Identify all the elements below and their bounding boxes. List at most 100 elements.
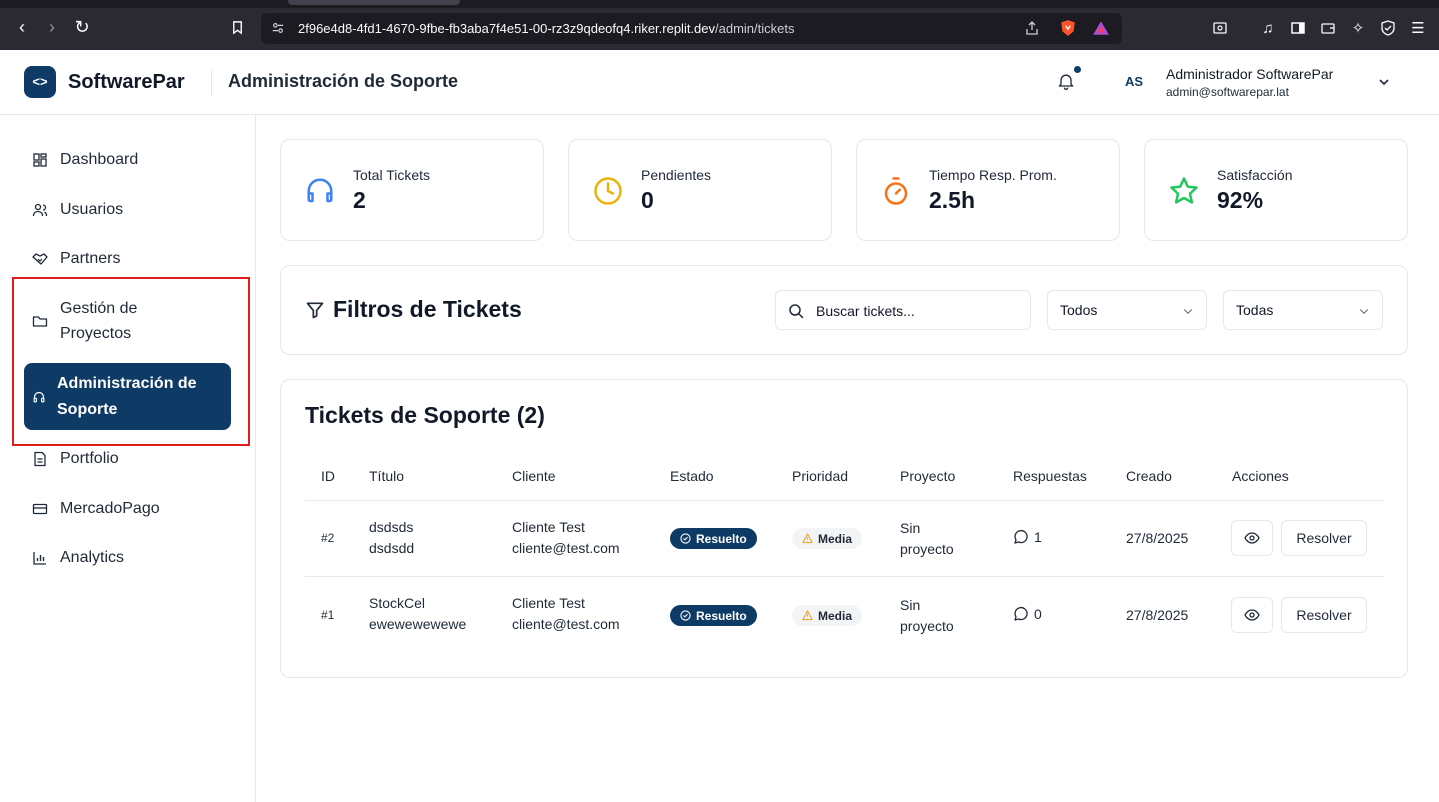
- timer-icon: [884, 177, 908, 205]
- eye-icon: [1244, 609, 1260, 621]
- sidebar-item-usuarios[interactable]: Usuarios: [24, 199, 231, 221]
- search-box[interactable]: [775, 290, 1031, 330]
- status-text: Resuelto: [696, 608, 747, 623]
- reader-icon[interactable]: [1211, 20, 1229, 38]
- chevron-down-icon[interactable]: [1376, 74, 1392, 90]
- sidebar-item-dashboard[interactable]: Dashboard: [24, 149, 231, 171]
- stat-card-tiempo-respuesta: Tiempo Resp. Prom. 2.5h: [856, 139, 1120, 241]
- ticket-created: 27/8/2025: [1126, 530, 1189, 546]
- dashboard-icon: [33, 153, 47, 167]
- client-name: Cliente Test: [512, 595, 585, 611]
- stat-value: 0: [641, 187, 654, 213]
- priority-select-value: Todas: [1236, 302, 1274, 318]
- app-header: <> SoftwarePar Administración de Soporte…: [0, 50, 1439, 115]
- responses-count: 1: [1034, 529, 1042, 545]
- sidebar-toggle-icon[interactable]: [1289, 20, 1307, 38]
- column-header: Creado: [1126, 468, 1172, 484]
- ticket-id: #1: [321, 608, 335, 622]
- music-icon[interactable]: ♫: [1259, 20, 1277, 38]
- column-header: Estado: [670, 468, 714, 484]
- sidebar-item-analytics[interactable]: Analytics: [24, 547, 231, 569]
- sidebar-item-portfolio[interactable]: Portfolio: [24, 448, 231, 470]
- stat-label: Pendientes: [641, 167, 712, 183]
- warning-icon: [802, 610, 813, 621]
- priority-select[interactable]: Todas: [1223, 290, 1383, 330]
- filter-title: Filtros de Tickets: [333, 296, 522, 322]
- search-input[interactable]: [816, 300, 1016, 322]
- brave-rewards-icon[interactable]: [1092, 19, 1110, 37]
- column-header: ID: [321, 468, 335, 484]
- view-button[interactable]: [1231, 597, 1273, 633]
- project-line: proyecto: [900, 541, 954, 557]
- sidebar: Dashboard Usuarios Partners Gestión de Pr…: [0, 115, 256, 802]
- url-host: 2f96e4d8-4fd1-4670-9fbe-fb3aba7f4e51-00-…: [298, 21, 716, 36]
- column-header: Cliente: [512, 468, 556, 484]
- ticket-title-line: ewewewewewe: [369, 616, 467, 632]
- ticket-title[interactable]: dsdsds dsdsdd: [369, 517, 414, 559]
- handshake-icon: [32, 253, 48, 265]
- forward-icon[interactable]: ›: [42, 17, 62, 37]
- sidebar-item-label: Portfolio: [60, 450, 119, 467]
- bell-icon[interactable]: [1056, 71, 1076, 91]
- view-button[interactable]: [1231, 520, 1273, 556]
- vpn-icon[interactable]: [1379, 20, 1397, 38]
- leo-ai-icon[interactable]: ✧: [1349, 20, 1367, 38]
- priority-text: Media: [818, 531, 853, 546]
- user-email: admin@softwarepar.lat: [1166, 85, 1289, 99]
- status-badge: Resuelto: [670, 605, 757, 626]
- ticket-client: Cliente Test cliente@test.com: [512, 517, 620, 559]
- site-settings-icon[interactable]: [271, 21, 285, 35]
- ticket-title[interactable]: StockCel ewewewewewe: [369, 593, 466, 635]
- client-email: cliente@test.com: [512, 616, 620, 632]
- sidebar-item-partners[interactable]: Partners: [24, 248, 231, 270]
- file-icon: [34, 451, 46, 467]
- ticket-responses: 0: [1013, 606, 1042, 622]
- browser-tab[interactable]: [288, 0, 460, 5]
- user-name[interactable]: Administrador SoftwarePar: [1166, 66, 1333, 82]
- tickets-title: Tickets de Soporte (2): [305, 402, 545, 428]
- share-icon[interactable]: [1024, 20, 1040, 36]
- logo-icon[interactable]: <>: [24, 66, 56, 98]
- column-header: Prioridad: [792, 468, 849, 484]
- reload-icon[interactable]: ↻: [72, 17, 92, 37]
- headphones-icon: [307, 178, 333, 203]
- sidebar-item-mercadopago[interactable]: MercadoPago: [24, 498, 231, 520]
- resolve-button[interactable]: Resolver: [1281, 520, 1367, 556]
- client-email: cliente@test.com: [512, 540, 620, 556]
- filter-icon: [306, 302, 324, 319]
- bookmark-icon[interactable]: [228, 20, 246, 38]
- resolve-button[interactable]: Resolver: [1281, 597, 1367, 633]
- ticket-created: 27/8/2025: [1126, 607, 1189, 623]
- ticket-project: Sin proyecto: [900, 595, 954, 637]
- back-icon[interactable]: ‹: [12, 17, 32, 37]
- priority-text: Media: [818, 608, 853, 623]
- stat-value: 92%: [1217, 187, 1264, 213]
- status-select[interactable]: Todos: [1047, 290, 1207, 330]
- ticket-title-line: dsdsdd: [369, 540, 415, 556]
- check-circle-icon: [680, 533, 691, 544]
- wallet-icon[interactable]: [1319, 20, 1337, 38]
- page-title: Administración de Soporte: [228, 71, 459, 91]
- ticket-responses: 1: [1013, 529, 1042, 545]
- avatar[interactable]: AS: [1118, 71, 1150, 93]
- stat-label: Tiempo Resp. Prom.: [929, 167, 1057, 183]
- warning-icon: [802, 533, 813, 544]
- responses-count: 0: [1034, 606, 1042, 622]
- stat-card-satisfaccion: Satisfacción 92%: [1144, 139, 1408, 241]
- url-bar[interactable]: 2f96e4d8-4fd1-4670-9fbe-fb3aba7f4e51-00-…: [261, 13, 1122, 44]
- ticket-id: #2: [321, 531, 335, 545]
- project-line: proyecto: [900, 618, 954, 634]
- column-header: Proyecto: [900, 468, 956, 484]
- logo-glyph: <>: [32, 74, 48, 89]
- users-icon: [32, 203, 48, 217]
- stat-value: 2.5h: [929, 187, 976, 213]
- brave-shield-icon[interactable]: [1059, 19, 1077, 37]
- column-header: Título: [369, 468, 405, 484]
- status-badge: Resuelto: [670, 528, 757, 549]
- brand-name[interactable]: SoftwarePar: [68, 71, 185, 94]
- menu-icon[interactable]: ☰: [1409, 20, 1427, 38]
- message-circle-icon: [1014, 529, 1028, 544]
- check-circle-icon: [680, 610, 691, 621]
- filter-card: Filtros de Tickets Todos Todas: [280, 265, 1408, 355]
- status-text: Resuelto: [696, 531, 747, 546]
